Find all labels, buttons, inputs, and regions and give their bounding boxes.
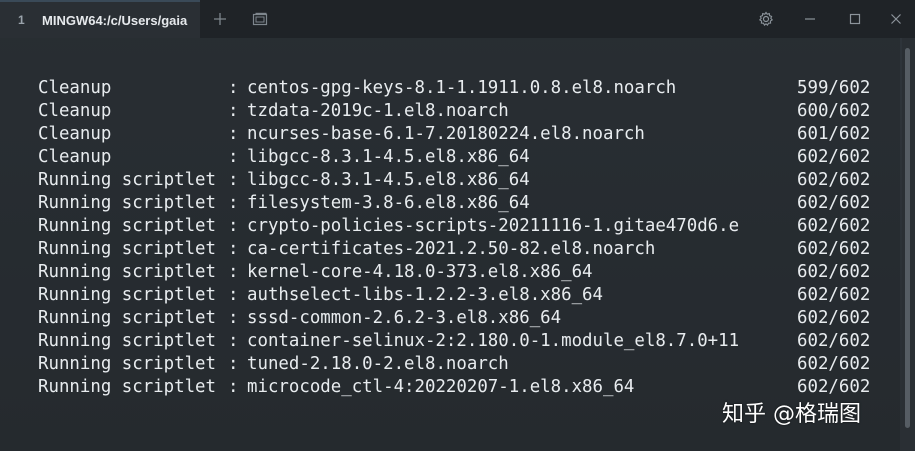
line-label: Running scriptlet [38, 308, 216, 328]
line-package: container-selinux-2:2.180.0-1.module_el8… [247, 331, 740, 351]
plus-icon [214, 13, 226, 25]
watermark: 知乎 @格瑞图 [722, 402, 861, 427]
gear-icon [758, 11, 774, 26]
line-count: 602/602 [797, 331, 871, 351]
line-package: tuned-2.18.0-2.el8.noarch [247, 354, 509, 374]
minimize-icon [805, 18, 815, 20]
terminal-window: 1 MINGW64:/c/Users/gaia Cleanup: centos… [0, 0, 915, 451]
line-count: 600/602 [797, 101, 871, 121]
line-label: Running scriptlet [38, 377, 216, 397]
line-label: Running scriptlet [38, 285, 216, 305]
line-count: 602/602 [797, 147, 871, 167]
tab-terminal[interactable]: 1 MINGW64:/c/Users/gaia [0, 0, 200, 38]
line-label: Running scriptlet [38, 262, 216, 282]
line-separator: : [228, 354, 239, 374]
line-label: Running scriptlet [38, 216, 216, 236]
line-separator: : [228, 262, 239, 282]
minimize-button[interactable] [790, 0, 830, 38]
line-package: ca-certificates-2021.2.50-82.el8.noarch [247, 239, 656, 259]
line-count: 602/602 [797, 239, 871, 259]
terminal-output[interactable]: Cleanup: centos-gpg-keys-8.1-1.1911.0.8.e… [0, 38, 900, 451]
line-separator: : [228, 239, 239, 259]
scrollbar[interactable] [902, 38, 915, 451]
new-window-button[interactable] [240, 0, 280, 38]
line-package: libgcc-8.3.1-4.5.el8.x86_64 [247, 147, 530, 167]
title-bar: 1 MINGW64:/c/Users/gaia [0, 0, 915, 38]
line-separator: : [228, 101, 239, 121]
line-separator: : [228, 170, 239, 190]
line-label: Running scriptlet [38, 193, 216, 213]
line-separator: : [228, 124, 239, 144]
line-package: kernel-core-4.18.0-373.el8.x86_64 [247, 262, 593, 282]
line-label: Running scriptlet [38, 239, 216, 259]
line-count: 602/602 [797, 193, 871, 213]
line-count: 602/602 [797, 262, 871, 282]
line-label: Cleanup [38, 78, 112, 98]
line-separator: : [228, 78, 239, 98]
tab-index: 1 [18, 13, 25, 27]
line-label: Running scriptlet [38, 170, 216, 190]
line-count: 602/602 [797, 216, 871, 236]
line-label: Cleanup [38, 124, 112, 144]
line-package: filesystem-3.8-6.el8.x86_64 [247, 193, 530, 213]
line-package: crypto-policies-scripts-20211116-1.gitae… [247, 216, 740, 236]
maximize-icon [849, 13, 861, 25]
new-window-icon [252, 12, 268, 26]
line-package: centos-gpg-keys-8.1-1.1911.0.8.el8.noarc… [247, 78, 677, 98]
line-count: 602/602 [797, 308, 871, 328]
line-separator: : [228, 285, 239, 305]
line-count: 602/602 [797, 170, 871, 190]
settings-button[interactable] [746, 0, 786, 38]
line-package: ncurses-base-6.1-7.20180224.el8.noarch [247, 124, 645, 144]
line-separator: : [228, 377, 239, 397]
line-package: authselect-libs-1.2.2-3.el8.x86_64 [247, 285, 603, 305]
line-separator: : [228, 308, 239, 328]
line-count: 602/602 [797, 285, 871, 305]
line-package: sssd-common-2.6.2-3.el8.x86_64 [247, 308, 562, 328]
line-package: tzdata-2019c-1.el8.noarch [247, 101, 509, 121]
line-label: Running scriptlet [38, 331, 216, 351]
line-label: Running scriptlet [38, 354, 216, 374]
line-label: Cleanup [38, 147, 112, 167]
close-button[interactable] [876, 0, 915, 38]
line-label: Cleanup [38, 101, 112, 121]
line-package: microcode_ctl-4:20220207-1.el8.x86_64 [247, 377, 635, 397]
line-count: 601/602 [797, 124, 871, 144]
maximize-button[interactable] [835, 0, 875, 38]
line-count: 602/602 [797, 354, 871, 374]
line-package: libgcc-8.3.1-4.5.el8.x86_64 [247, 170, 530, 190]
line-separator: : [228, 147, 239, 167]
line-count: 599/602 [797, 78, 871, 98]
close-icon [891, 14, 901, 24]
new-tab-button[interactable] [200, 0, 240, 38]
line-separator: : [228, 331, 239, 351]
tab-title: MINGW64:/c/Users/gaia [42, 12, 188, 28]
line-separator: : [228, 216, 239, 236]
scrollbar-thumb[interactable] [905, 48, 910, 428]
line-separator: : [228, 193, 239, 213]
